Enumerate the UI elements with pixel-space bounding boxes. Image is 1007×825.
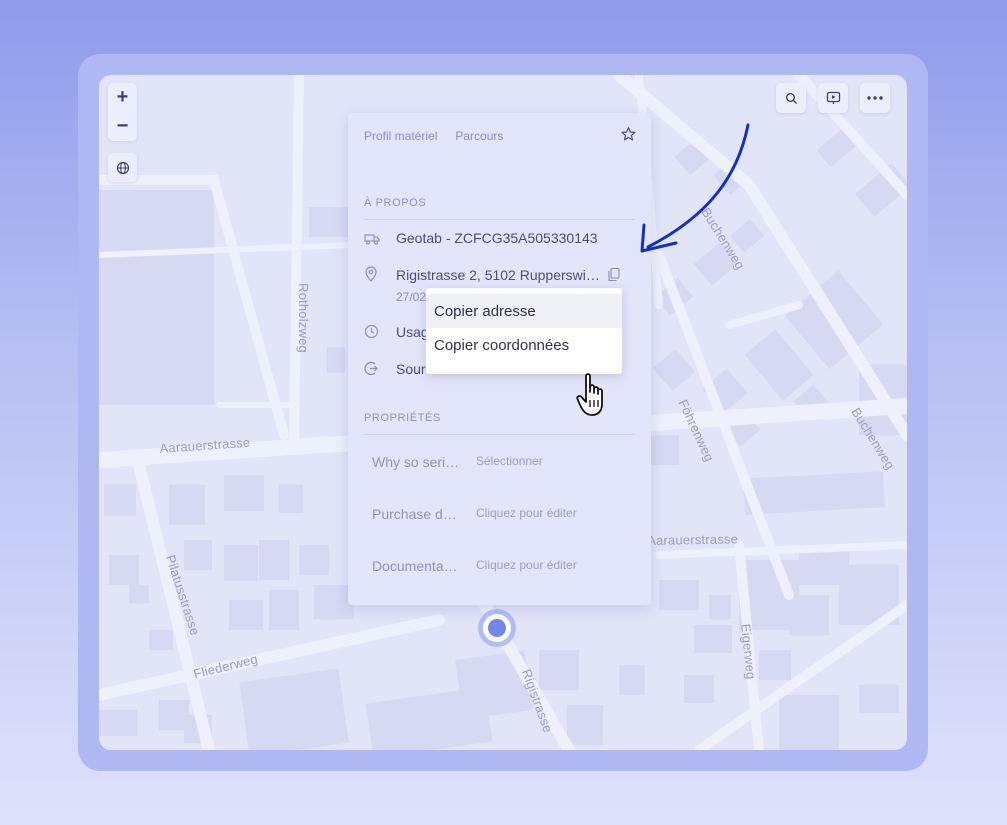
- truck-icon: [364, 232, 380, 250]
- property-name: Why so seri…: [372, 454, 460, 470]
- hand-cursor-icon: [576, 373, 603, 416]
- device-name: Geotab - ZCFCG35A505330143: [396, 230, 598, 246]
- menu-item-copy-coordinates[interactable]: Copier coordonnées: [426, 328, 622, 362]
- presentation-icon: [826, 91, 840, 104]
- menu-item-copy-address[interactable]: Copier adresse: [426, 294, 622, 328]
- vehicle-marker[interactable]: [478, 609, 516, 647]
- presentation-button[interactable]: [818, 83, 848, 113]
- zoom-controls: + −: [108, 83, 137, 141]
- search-icon: [785, 92, 797, 104]
- property-value-edit[interactable]: Cliquez pour éditer: [476, 558, 577, 572]
- properties-section-title: PROPRIÉTÉS: [364, 412, 441, 424]
- zoom-in-button[interactable]: +: [108, 83, 137, 112]
- divider: [364, 219, 635, 220]
- source-text: Sour: [396, 361, 426, 377]
- property-value-select[interactable]: Sélectionner: [476, 454, 543, 468]
- source-icon: [364, 361, 379, 381]
- globe-icon: [116, 161, 129, 174]
- tab-parcours[interactable]: Parcours: [455, 129, 503, 143]
- search-button[interactable]: [776, 83, 806, 113]
- copy-icon: [608, 267, 620, 282]
- address-text: Rigistrasse 2, 5102 Rupperswi…: [396, 267, 600, 283]
- clock-icon: [364, 324, 379, 344]
- divider: [364, 434, 635, 435]
- about-section-title: À PROPOS: [364, 197, 427, 209]
- popup-tabs: Profil matériel Parcours: [364, 129, 503, 143]
- tab-profil-materiel[interactable]: Profil matériel: [364, 129, 437, 143]
- more-icon: [867, 96, 883, 100]
- property-value-edit[interactable]: Cliquez pour éditer: [476, 506, 577, 520]
- map-building: [99, 190, 214, 405]
- more-options-button[interactable]: [860, 83, 890, 113]
- usage-text: Usag: [396, 324, 429, 340]
- globe-button[interactable]: [108, 153, 137, 182]
- street-label: Aarauerstrasse: [647, 531, 739, 548]
- address-timestamp: 27/02: [396, 290, 427, 304]
- annotation-arrow-icon: [640, 123, 750, 253]
- property-name: Purchase d…: [372, 506, 457, 522]
- copy-address-button[interactable]: [607, 267, 621, 287]
- location-pin-icon: [364, 266, 378, 287]
- zoom-out-button[interactable]: −: [108, 112, 137, 141]
- street-label: Rotholzweg: [296, 283, 311, 353]
- property-name: Documenta…: [372, 558, 458, 574]
- copy-dropdown-menu: Copier adresse Copier coordonnées: [426, 288, 622, 374]
